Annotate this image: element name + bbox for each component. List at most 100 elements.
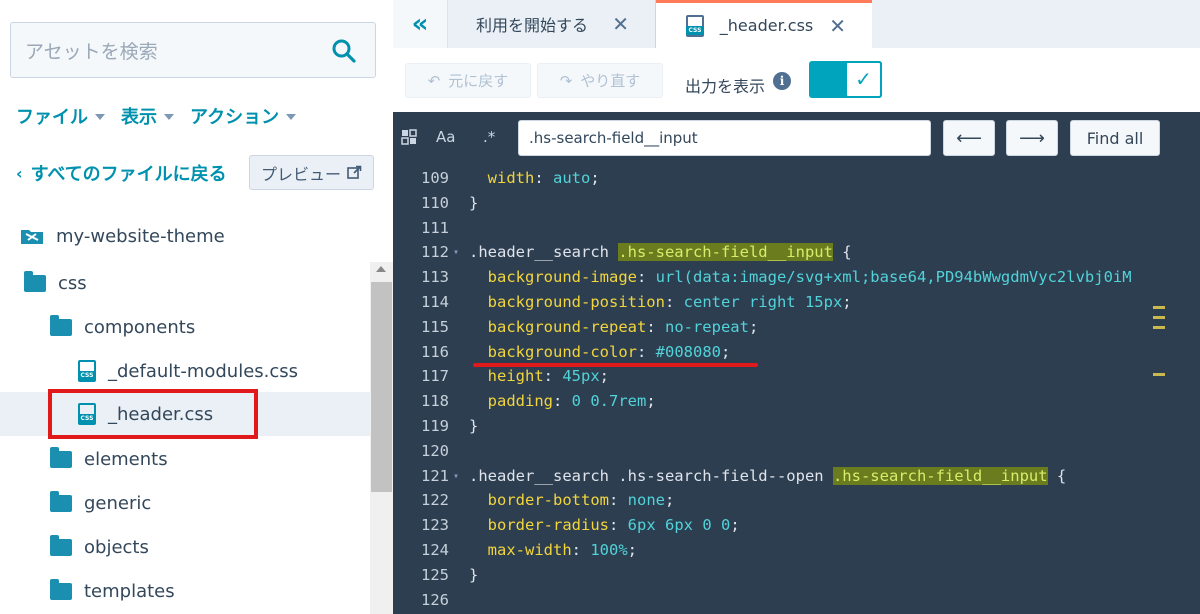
folder-icon <box>50 446 72 468</box>
tree-item-label: components <box>84 316 196 338</box>
css-file-icon <box>78 360 96 382</box>
code-line: 121 ▾ .header__search .hs-search-field--op… <box>393 466 1200 492</box>
code-line: 120 <box>393 442 1200 467</box>
code-view[interactable]: 109 width: auto; 110} 111 112 ▾ .header__sear… <box>393 162 1200 614</box>
code-text: height: 45px; <box>487 367 610 386</box>
tree-item-label: _default-modules.css <box>108 360 299 382</box>
tree-item-objects[interactable]: objects <box>50 525 149 569</box>
tree-item-templates[interactable]: templates <box>50 569 175 613</box>
line-number: 115 <box>421 317 449 336</box>
tab-label: _header.css <box>719 16 814 35</box>
tree-item-components[interactable]: components <box>50 305 195 349</box>
undo-button[interactable]: ↶ 元に戻す <box>405 63 531 98</box>
line-number: 122 <box>421 491 449 510</box>
menu-actions-label: アクション <box>190 107 280 128</box>
arrow-right-icon[interactable]: ⟶ <box>1006 120 1058 156</box>
close-icon[interactable]: ✕ <box>829 14 846 38</box>
code-line: 125} <box>393 566 1200 591</box>
menu-view[interactable]: 表示 <box>121 103 174 129</box>
code-text: } <box>469 417 479 435</box>
code-line: 109 width: auto; <box>393 169 1200 194</box>
code-line: 112 ▾ .header__search .hs-search-field__in… <box>393 243 1200 268</box>
line-number: 116 <box>421 342 449 361</box>
minimap-marker <box>1153 326 1165 329</box>
tree-item-label: css <box>58 272 87 294</box>
fold-chevron-icon[interactable]: ▾ <box>453 247 459 258</box>
preview-button[interactable]: プレビュー <box>249 155 374 190</box>
find-all-button[interactable]: Find all <box>1070 120 1160 156</box>
close-icon[interactable]: ✕ <box>612 12 629 36</box>
line-number: 118 <box>421 392 449 411</box>
code-text: width: auto; <box>487 169 600 187</box>
code-editor-panel: « 利用を開始する ✕ _header.css ✕ ↶ 元に戻す ↷ やり直す … <box>393 0 1200 614</box>
undo-icon: ↶ <box>427 71 441 90</box>
back-link-label: すべてのファイルに戻る <box>30 164 227 185</box>
menu-view-label: 表示 <box>121 107 157 128</box>
find-input[interactable]: .hs-search-field__input <box>518 120 931 156</box>
code-text: background-color: #008080; <box>487 342 731 361</box>
toggle-options-icon[interactable] <box>401 129 417 145</box>
fold-chevron-icon[interactable]: ▾ <box>453 471 459 482</box>
editor-tab-bar: « 利用を開始する ✕ _header.css ✕ <box>393 0 1200 48</box>
asset-search-input[interactable]: アセットを検索 <box>10 22 376 78</box>
tree-item-generic[interactable]: generic <box>50 481 151 525</box>
scroll-up-arrow-icon[interactable] <box>376 266 386 272</box>
redo-button[interactable]: ↷ やり直す <box>537 63 663 98</box>
tree-item-elements[interactable]: elements <box>50 437 168 481</box>
regex-option[interactable]: .* <box>483 128 495 146</box>
minimap-marker <box>1153 373 1165 376</box>
code-text: background-repeat: no-repeat; <box>487 317 759 336</box>
tab-label: 利用を開始する <box>476 16 589 35</box>
code-line: 113 background-image: url(data:image/svg… <box>393 268 1200 293</box>
chevron-down-icon <box>286 114 297 120</box>
sidebar-scrollbar-thumb[interactable] <box>371 282 392 492</box>
match-case-option[interactable]: Aa <box>436 128 455 146</box>
tree-item-label: objects <box>84 536 149 558</box>
tree-item-css[interactable]: css <box>24 261 87 305</box>
search-placeholder: アセットを検索 <box>25 41 158 63</box>
check-icon[interactable]: ✓ <box>845 61 882 98</box>
back-to-all-files-link[interactable]: ‹ すべてのファイルに戻る <box>16 160 227 186</box>
arrow-left-icon[interactable]: ⟵ <box>943 120 995 156</box>
line-number: 109 <box>421 169 449 187</box>
annotation-red-underline <box>473 363 758 367</box>
tree-item-default-modules[interactable]: _default-modules.css <box>78 349 298 393</box>
folder-open-icon <box>24 270 46 292</box>
css-file-icon <box>686 14 704 37</box>
line-number: 124 <box>421 541 449 559</box>
tree-item-theme[interactable]: my-website-theme <box>20 214 225 258</box>
code-text: max-width: 100%; <box>487 541 638 559</box>
code-line: 118 padding: 0 0.7rem; <box>393 392 1200 417</box>
chevron-down-icon <box>164 114 174 120</box>
folder-icon <box>50 490 72 512</box>
code-line: 123 border-radius: 6px 6px 0 0; <box>393 516 1200 541</box>
line-number: 125 <box>421 565 449 584</box>
double-chevron-left-icon[interactable]: « <box>393 0 448 48</box>
preview-label: プレビュー <box>260 164 341 184</box>
code-line: 117 height: 45px; <box>393 367 1200 392</box>
chevron-down-icon <box>95 114 105 120</box>
code-line: 114 background-position: center right 15… <box>393 293 1200 318</box>
redo-label: やり直す <box>580 72 641 90</box>
code-line: 126 <box>393 591 1200 614</box>
minimap-marker <box>1153 316 1165 319</box>
code-line: 119} <box>393 417 1200 442</box>
code-text: background-image: url(data:image/svg+xml… <box>487 268 1132 287</box>
info-icon[interactable]: i <box>773 72 791 90</box>
line-number: 120 <box>421 441 449 460</box>
menu-file-label: ファイル <box>16 107 88 128</box>
folder-icon <box>50 578 72 600</box>
tree-item-label: generic <box>84 492 152 514</box>
file-menu-bar: ファイル 表示 アクション <box>16 103 297 129</box>
asset-sidebar: アセットを検索 ファイル 表示 アクション ‹ すべてのファイルに戻る プレビュ… <box>0 0 393 614</box>
tab-header-css[interactable]: _header.css ✕ <box>656 0 872 48</box>
tab-getting-started[interactable]: 利用を開始する ✕ <box>448 0 656 48</box>
theme-folder-icon <box>21 230 43 244</box>
code-text: .header__search .hs-search-field--open .… <box>469 466 1067 485</box>
search-icon[interactable] <box>331 38 357 64</box>
line-number: 111 <box>421 218 449 237</box>
minimap-marker <box>1153 306 1165 309</box>
menu-actions[interactable]: アクション <box>190 103 297 129</box>
line-number: 110 <box>421 193 449 212</box>
menu-file[interactable]: ファイル <box>16 103 105 129</box>
